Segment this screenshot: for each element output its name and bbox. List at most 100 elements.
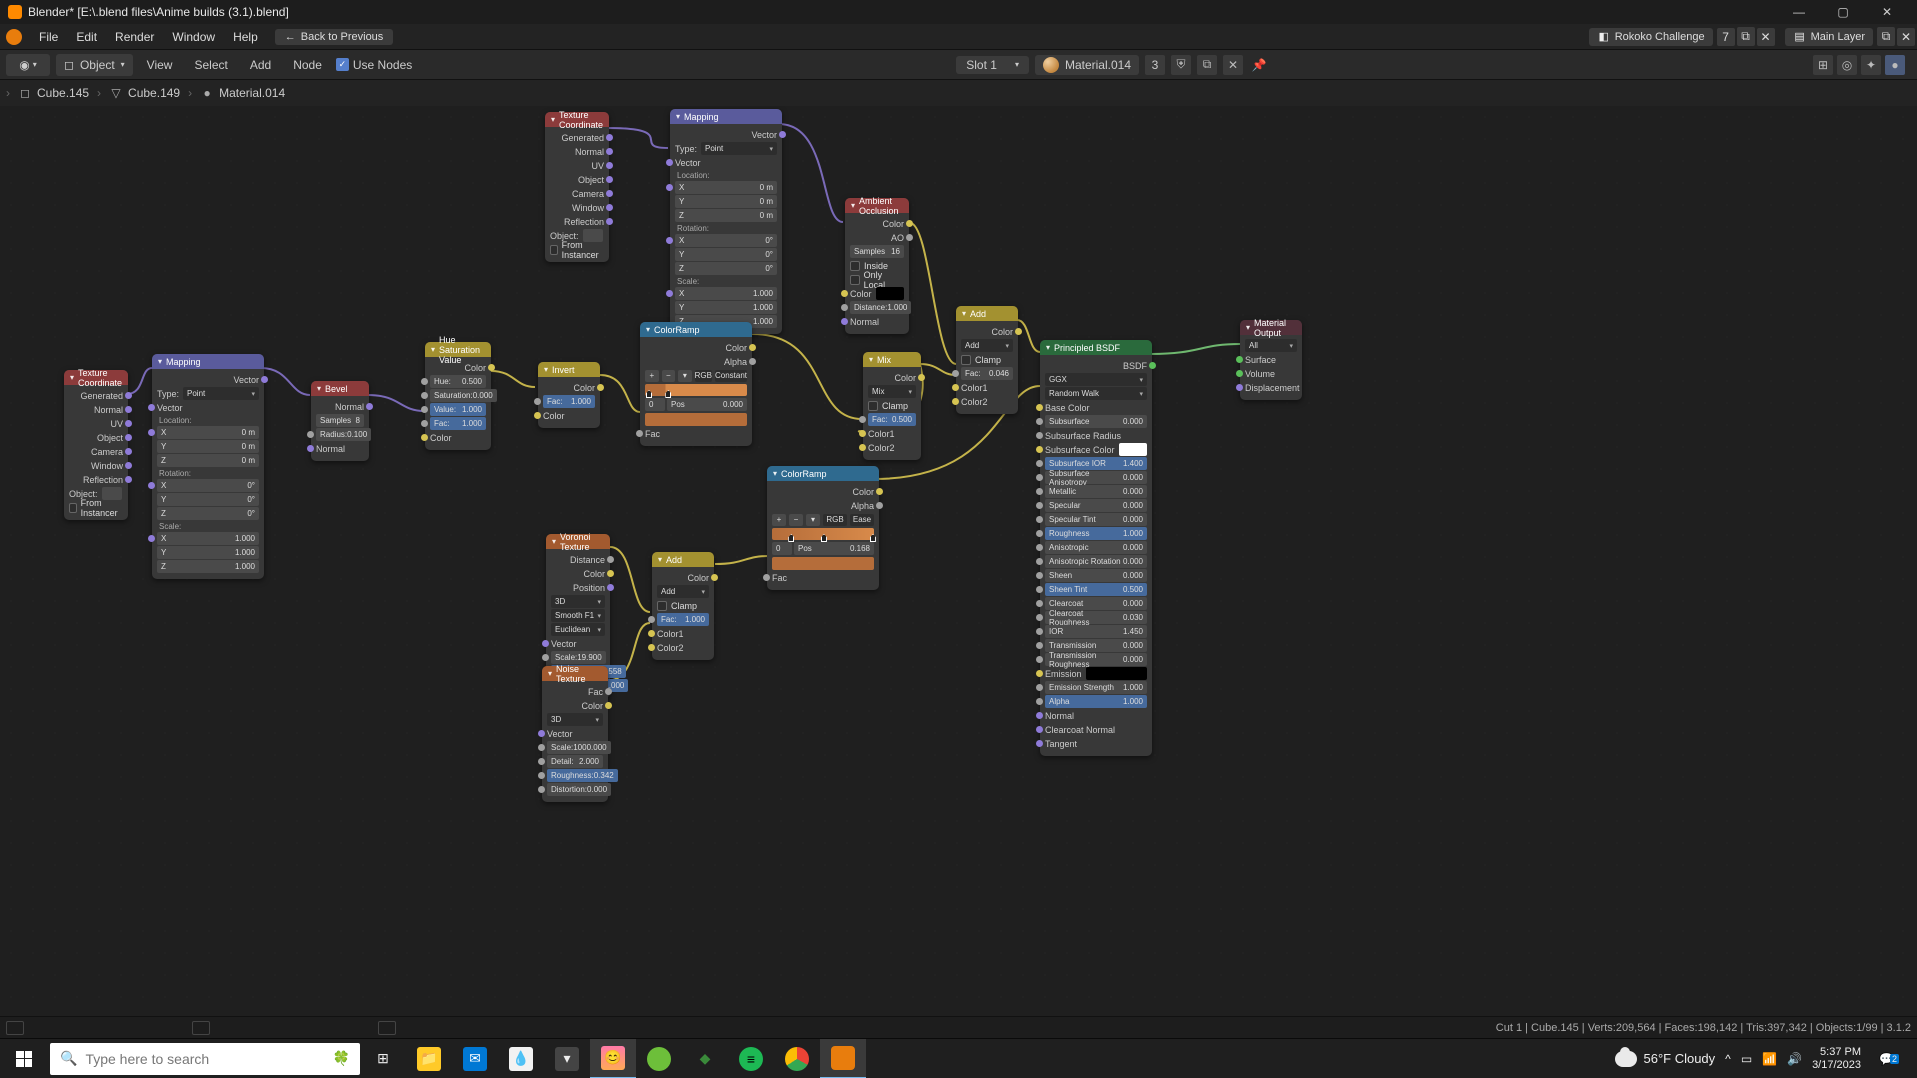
- app-icon-1[interactable]: 💧: [498, 1039, 544, 1078]
- copy-layer-button[interactable]: ⧉: [1877, 27, 1895, 46]
- node-texture-coordinate-2[interactable]: ▾Texture Coordinate Generated Normal UV …: [64, 370, 128, 520]
- material-preview-icon: [1043, 57, 1059, 73]
- material-slot-dropdown[interactable]: Slot 1▾: [956, 56, 1029, 74]
- breadcrumb-object1[interactable]: ◻ Cube.145: [18, 86, 89, 100]
- mouse-nav-icon: [6, 1021, 24, 1035]
- scene-selector[interactable]: ◧ Rokoko Challenge: [1589, 28, 1713, 46]
- remove-layer-button[interactable]: ✕: [1897, 28, 1915, 46]
- node-bevel[interactable]: ▾Bevel Normal Samples8 Radius:0.100 Norm…: [311, 381, 369, 461]
- app-icon-4[interactable]: [636, 1039, 682, 1078]
- pin-button[interactable]: 📌: [1249, 55, 1269, 75]
- node-mapping-1[interactable]: ▾Mapping Vector Type:Point Vector Locati…: [670, 109, 782, 334]
- node-principled-bsdf[interactable]: ▾Principled BSDF BSDF GGX Random Walk Ba…: [1040, 340, 1152, 756]
- breadcrumb-object2[interactable]: ▽ Cube.149: [109, 86, 180, 100]
- tray-meet-now-icon[interactable]: ▭: [1741, 1052, 1752, 1066]
- mail-icon[interactable]: ✉: [452, 1039, 498, 1078]
- object-mode-icon: ◻: [64, 58, 74, 72]
- menu-view[interactable]: View: [139, 58, 181, 72]
- mouse-select-icon: [192, 1021, 210, 1035]
- ramp-menu[interactable]: ▾: [678, 370, 692, 382]
- windows-taskbar: 🔍 Type here to search 🍀 ⊞ 📁 ✉ 💧 ▾ 😊 ◆ ≡ …: [0, 1038, 1917, 1078]
- blender-icon: [8, 5, 22, 19]
- tray-volume-icon[interactable]: 🔊: [1787, 1052, 1802, 1066]
- node-mix[interactable]: ▾Mix Color Mix Clamp Fac:0.500 Color1 Co…: [863, 352, 921, 460]
- shading-button[interactable]: ●: [1885, 55, 1905, 75]
- menu-window[interactable]: Window: [163, 24, 224, 50]
- layer-icon: ▤: [1793, 30, 1807, 44]
- app-icon-3[interactable]: 😊: [590, 1039, 636, 1078]
- node-mapping-2[interactable]: ▾Mapping Vector Type:Point Vector Locati…: [152, 354, 264, 579]
- unlink-material-button[interactable]: ✕: [1223, 55, 1243, 75]
- overlay-button[interactable]: ◎: [1837, 55, 1857, 75]
- start-button[interactable]: [0, 1039, 48, 1078]
- remove-scene-button[interactable]: ✕: [1757, 28, 1775, 46]
- ramp-add[interactable]: +: [645, 370, 659, 382]
- chrome-icon[interactable]: [774, 1039, 820, 1078]
- fake-user-button[interactable]: ⛨: [1171, 55, 1191, 75]
- editor-header: ◉▾ ◻ Object▾ View Select Add Node ✓ Use …: [0, 50, 1917, 80]
- breadcrumb-material[interactable]: ● Material.014: [200, 86, 285, 100]
- menu-select[interactable]: Select: [186, 58, 235, 72]
- blender-taskbar-icon[interactable]: [820, 1039, 866, 1078]
- ramp-del[interactable]: −: [662, 370, 676, 382]
- colorramp-gradient[interactable]: [772, 528, 874, 540]
- spotify-icon[interactable]: ≡: [728, 1039, 774, 1078]
- snap-button[interactable]: ⊞: [1813, 55, 1833, 75]
- node-ambient-occlusion[interactable]: ▾Ambient Occlusion Color AO Samples16 In…: [845, 198, 909, 334]
- task-view-button[interactable]: ⊞: [360, 1039, 406, 1078]
- node-invert[interactable]: ▾Invert Color Fac:1.000 Color: [538, 362, 600, 428]
- scene-stats: Cut 1 | Cube.145 | Verts:209,564 | Faces…: [1496, 1022, 1911, 1034]
- copy-scene-button[interactable]: ⧉: [1737, 27, 1755, 46]
- material-selector[interactable]: Material.014: [1035, 55, 1139, 75]
- node-noise-texture[interactable]: ▾Noise Texture Fac Color 3D Vector Scale…: [542, 666, 608, 802]
- menu-file[interactable]: File: [30, 24, 67, 50]
- breadcrumb: › ◻ Cube.145 › ▽ Cube.149 › ● Material.0…: [0, 80, 1917, 106]
- minimize-button[interactable]: —: [1777, 0, 1821, 24]
- scene-users[interactable]: 7: [1717, 28, 1735, 46]
- back-icon: ←: [285, 31, 296, 43]
- view-layer-selector[interactable]: ▤ Main Layer: [1785, 28, 1873, 46]
- node-add-2[interactable]: ▾Add Color Add Clamp Fac:1.000 Color1 Co…: [652, 552, 714, 660]
- tray-wifi-icon[interactable]: 📶: [1762, 1052, 1777, 1066]
- menu-add[interactable]: Add: [242, 58, 279, 72]
- taskbar-search[interactable]: 🔍 Type here to search 🍀: [50, 1043, 360, 1075]
- node-hue-saturation-value[interactable]: ▾Hue Saturation Value Color Hue:0.500 Sa…: [425, 342, 491, 450]
- notification-center-button[interactable]: 💬2: [1871, 1039, 1907, 1078]
- window-titlebar: Blender* [E:\.blend files\Anime builds (…: [0, 0, 1917, 24]
- copy-material-button[interactable]: ⧉: [1197, 55, 1217, 75]
- menu-node[interactable]: Node: [285, 58, 330, 72]
- chevron-right-icon: ›: [6, 86, 10, 100]
- weather-widget[interactable]: 56°F Cloudy: [1615, 1051, 1715, 1067]
- use-nodes-toggle[interactable]: ✓ Use Nodes: [336, 58, 412, 72]
- back-to-previous-button[interactable]: ← Back to Previous: [275, 29, 394, 45]
- search-icon: 🔍: [60, 1050, 77, 1067]
- gizmo-button[interactable]: ✦: [1861, 55, 1881, 75]
- mesh-icon: ◻: [18, 86, 32, 100]
- scene-icon: ◧: [1597, 30, 1611, 44]
- mode-selector[interactable]: ◻ Object▾: [56, 54, 133, 76]
- node-material-output[interactable]: ▾Material Output All Surface Volume Disp…: [1240, 320, 1302, 400]
- tray-chevron-up-icon[interactable]: ^: [1725, 1052, 1731, 1066]
- menu-render[interactable]: Render: [106, 24, 163, 50]
- node-texture-coordinate-1[interactable]: ▾Texture Coordinate Generated Normal UV …: [545, 112, 609, 262]
- file-explorer-icon[interactable]: 📁: [406, 1039, 452, 1078]
- mouse-context-icon: [378, 1021, 396, 1035]
- node-editor-canvas[interactable]: ▾Texture Coordinate Generated Normal UV …: [0, 106, 1917, 1016]
- app-icon-2[interactable]: ▾: [544, 1039, 590, 1078]
- editor-type-dropdown[interactable]: ◉▾: [6, 54, 50, 76]
- menu-edit[interactable]: Edit: [67, 24, 106, 50]
- app-icon-5[interactable]: ◆: [682, 1039, 728, 1078]
- close-button[interactable]: ✕: [1865, 0, 1909, 24]
- material-users[interactable]: 3: [1145, 55, 1165, 75]
- node-add[interactable]: ▾Add Color Add Clamp Fac:0.046 Color1 Co…: [956, 306, 1018, 414]
- blender-logo-icon[interactable]: [6, 29, 22, 45]
- node-color-ramp-2[interactable]: ▾ColorRamp Color Alpha + − ▾ RGB Ease 0 …: [767, 466, 879, 590]
- clover-icon: 🍀: [333, 1050, 350, 1067]
- colorramp-gradient[interactable]: [645, 384, 747, 396]
- top-menu: File Edit Render Window Help ← Back to P…: [0, 24, 1917, 50]
- status-bar: Cut 1 | Cube.145 | Verts:209,564 | Faces…: [0, 1016, 1917, 1038]
- system-clock[interactable]: 5:37 PM3/17/2023: [1812, 1046, 1861, 1072]
- menu-help[interactable]: Help: [224, 24, 267, 50]
- maximize-button[interactable]: ▢: [1821, 0, 1865, 24]
- node-color-ramp-1[interactable]: ▾ColorRamp Color Alpha + − ▾ RGB Constan…: [640, 322, 752, 446]
